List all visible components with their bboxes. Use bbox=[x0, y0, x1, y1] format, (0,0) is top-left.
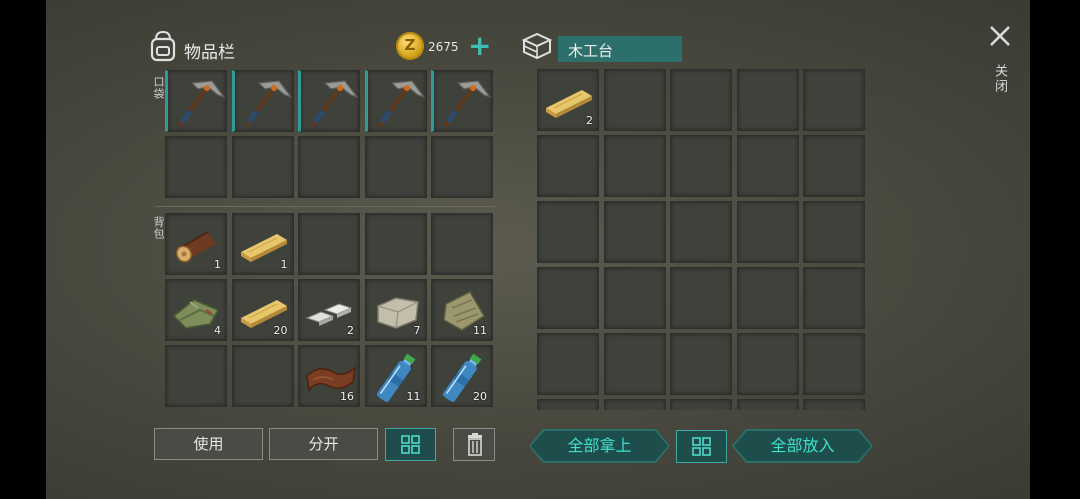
use-button[interactable]: 使用 bbox=[154, 428, 263, 460]
item-count: 1 bbox=[214, 258, 221, 271]
station-slot[interactable] bbox=[803, 267, 865, 329]
backpack-slot[interactable]: 1 bbox=[165, 213, 227, 275]
backpack-icon bbox=[150, 30, 176, 62]
right-letterbox bbox=[1030, 0, 1080, 499]
station-slot[interactable] bbox=[670, 399, 732, 410]
station-slot[interactable] bbox=[670, 135, 732, 197]
item-count: 16 bbox=[340, 390, 354, 403]
pocket-slot[interactable] bbox=[431, 70, 493, 132]
backpack-slot[interactable]: 11 bbox=[364, 345, 427, 407]
backpack-slot[interactable]: 7 bbox=[364, 279, 427, 341]
station-slot[interactable] bbox=[670, 201, 732, 263]
sort-inventory-button[interactable] bbox=[385, 428, 436, 461]
station-slot[interactable] bbox=[736, 135, 799, 197]
item-count: 7 bbox=[413, 324, 421, 337]
station-slot[interactable] bbox=[603, 135, 666, 197]
pocket-slot[interactable] bbox=[298, 70, 360, 132]
item-count: 20 bbox=[273, 324, 288, 337]
close-icon[interactable] bbox=[986, 22, 1014, 50]
backpack-slot[interactable]: 2 bbox=[298, 279, 360, 341]
station-slot[interactable] bbox=[537, 333, 599, 395]
station-slot[interactable] bbox=[670, 69, 732, 131]
station-slot[interactable] bbox=[803, 333, 865, 395]
station-slot[interactable] bbox=[603, 399, 666, 410]
station-slot[interactable] bbox=[803, 201, 865, 263]
item-count: 11 bbox=[406, 390, 421, 403]
item-count: 4 bbox=[214, 324, 221, 337]
coin-icon: Z bbox=[396, 32, 424, 60]
inventory-title: 物品栏 bbox=[184, 43, 235, 63]
item-count: 20 bbox=[473, 390, 487, 403]
station-slot[interactable] bbox=[736, 333, 799, 395]
close-label[interactable]: 关闭 bbox=[990, 64, 1009, 94]
station-slot[interactable] bbox=[537, 399, 599, 410]
trash-button[interactable] bbox=[453, 428, 495, 461]
split-button[interactable]: 分开 bbox=[269, 428, 378, 460]
coin-balance: 2675 bbox=[428, 40, 459, 54]
backpack-label: 背包 bbox=[152, 216, 165, 240]
grid-sort-icon bbox=[401, 435, 420, 454]
item-count: 2 bbox=[586, 114, 593, 127]
backpack-slot[interactable]: 1 bbox=[231, 213, 294, 275]
backpack-slot[interactable]: 20 bbox=[431, 345, 493, 407]
station-grid: 2 bbox=[535, 68, 867, 410]
item-count: 11 bbox=[473, 324, 487, 337]
station-title-box: 木工台 bbox=[558, 36, 682, 62]
station-slot[interactable] bbox=[670, 333, 732, 395]
pocket-slot[interactable] bbox=[364, 136, 427, 198]
station-slot[interactable] bbox=[736, 267, 799, 329]
pocket-slot[interactable] bbox=[231, 70, 294, 132]
station-slot[interactable] bbox=[736, 399, 799, 410]
station-slot[interactable] bbox=[603, 201, 666, 263]
grid-sort-icon bbox=[692, 437, 711, 456]
station-slot[interactable] bbox=[736, 201, 799, 263]
put-all-button[interactable]: 全部放入 bbox=[732, 429, 873, 463]
add-coins-button[interactable]: + bbox=[468, 32, 491, 60]
take-all-label: 全部拿上 bbox=[567, 436, 632, 455]
inventory-header: 物品栏 Z 2675 + bbox=[148, 30, 498, 66]
pocket-label: 口袋 bbox=[152, 76, 165, 100]
pocket-slot[interactable] bbox=[165, 136, 227, 198]
station-header: 木工台 bbox=[520, 30, 690, 64]
station-slot[interactable] bbox=[803, 69, 865, 131]
station-title: 木工台 bbox=[568, 42, 614, 60]
backpack-slot[interactable]: 11 bbox=[431, 279, 493, 341]
pocket-slot[interactable] bbox=[231, 136, 294, 198]
put-all-label: 全部放入 bbox=[770, 436, 835, 455]
station-slot[interactable]: 2 bbox=[537, 69, 599, 131]
left-letterbox bbox=[0, 0, 46, 499]
backpack-slot[interactable] bbox=[298, 213, 360, 275]
station-slot[interactable] bbox=[603, 267, 666, 329]
pocket-slot[interactable] bbox=[298, 136, 360, 198]
backpack-slot[interactable] bbox=[431, 213, 493, 275]
station-slot[interactable] bbox=[803, 135, 865, 197]
section-divider bbox=[155, 206, 495, 207]
station-slot[interactable] bbox=[736, 69, 799, 131]
item-count: 1 bbox=[280, 258, 288, 271]
station-slot[interactable] bbox=[803, 399, 865, 410]
station-slot[interactable] bbox=[603, 69, 666, 131]
pocket-slot[interactable] bbox=[431, 136, 493, 198]
backpack-slot[interactable] bbox=[364, 213, 427, 275]
sort-station-button[interactable] bbox=[676, 430, 727, 463]
pocket-slot[interactable] bbox=[165, 70, 227, 132]
take-all-button[interactable]: 全部拿上 bbox=[529, 429, 670, 463]
trash-icon bbox=[468, 433, 482, 456]
workbench-icon bbox=[521, 32, 553, 60]
station-slot[interactable] bbox=[537, 135, 599, 197]
station-slot[interactable] bbox=[537, 201, 599, 263]
backpack-slot[interactable] bbox=[165, 345, 227, 407]
pocket-slot[interactable] bbox=[364, 70, 427, 132]
station-slot[interactable] bbox=[537, 267, 599, 329]
station-slot[interactable] bbox=[670, 267, 732, 329]
backpack-slot[interactable] bbox=[231, 345, 294, 407]
backpack-slot[interactable]: 16 bbox=[298, 345, 360, 407]
station-slot[interactable] bbox=[603, 333, 666, 395]
backpack-slot[interactable]: 4 bbox=[165, 279, 227, 341]
backpack-slot[interactable]: 20 bbox=[231, 279, 294, 341]
item-count: 2 bbox=[347, 324, 354, 337]
